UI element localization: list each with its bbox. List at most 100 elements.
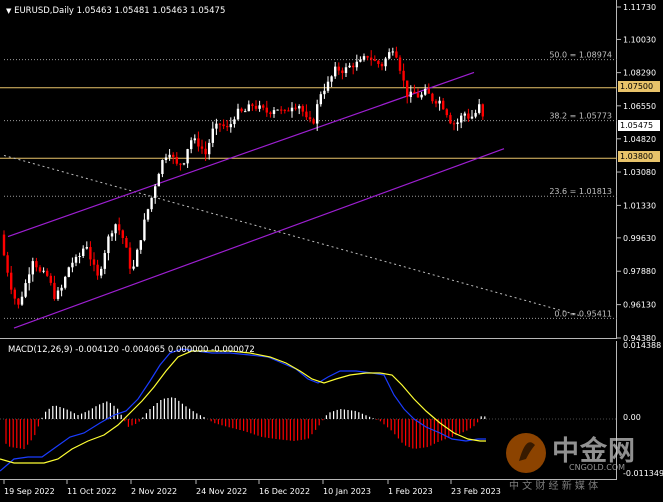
date-axis-label: 16 Dec 2022 [259,487,310,496]
fibo-level-label: 23.6 = 1.01813 [549,187,612,196]
bear-candle [218,123,222,125]
bull-candle [154,186,157,198]
bear-candle [96,264,99,276]
bear-candle [2,234,6,256]
bear-candle [262,105,265,108]
bull-candle [247,104,250,112]
bear-candle [308,117,312,120]
bull-candle [182,163,186,165]
bear-candle [380,63,384,67]
bear-candle [406,80,409,97]
bear-candle [434,101,438,104]
bull-candle [215,123,218,129]
bear-candle [53,282,56,299]
bull-candle [193,138,196,141]
bull-candle [190,140,193,150]
bull-candle [146,209,150,220]
bull-candle [82,248,85,256]
bull-candle [211,128,214,143]
bull-candle [103,253,106,269]
chart-header: ▼ EURUSD,Daily 1.05463 1.05481 1.05463 1… [6,6,225,16]
bull-candle [290,107,294,112]
bull-candle [60,287,63,291]
bull-candle [460,115,463,123]
bear-candle [398,57,402,71]
bear-candle [10,272,13,290]
fibo-level-label: 50.0 = 1.08974 [549,51,612,60]
bull-candle [272,110,276,114]
resistance-price-tag: 1.07500 [618,81,660,92]
bear-candle [312,119,315,124]
bull-candle [208,142,211,155]
price-axis-label: 1.04820 [623,135,656,144]
bull-candle [136,249,139,267]
brand-domain: CNGOLD.COM [569,463,626,472]
bull-candle [323,90,326,95]
bear-candle [204,148,207,155]
bear-candle [452,123,456,125]
bull-candle [42,270,45,272]
bear-candle [265,107,268,113]
date-axis-label: 24 Nov 2022 [196,487,247,496]
bear-candle [366,56,369,58]
bull-candle [236,108,240,120]
bear-candle [427,88,430,94]
bear-candle [226,126,229,128]
bear-candle [280,109,283,111]
bull-candle [463,113,466,116]
bear-candle [125,237,128,248]
date-axis-label: 1 Feb 2023 [388,487,433,496]
bull-candle [276,109,279,111]
bear-candle [370,57,373,60]
bull-candle [438,100,441,104]
bear-candle [301,106,304,112]
bull-candle [150,197,153,210]
channel-upper-line [7,71,475,238]
brand-slogan: 中 文 财 经 新 媒 体 [509,481,599,492]
bull-candle [78,255,81,257]
bull-candle [56,290,60,299]
bull-candle [110,233,114,237]
bull-candle [326,81,330,91]
bull-candle [168,154,171,158]
bear-candle [46,270,49,276]
bear-candle [222,124,225,127]
bear-candle [467,113,470,119]
price-axis-label: 1.01330 [623,201,656,210]
bear-candle [128,247,132,269]
bear-candle [38,267,42,272]
bear-candle [35,261,38,268]
bull-candle [64,276,67,288]
date-axis-label: 23 Feb 2023 [451,487,501,496]
current-price-tag: 1.05475 [618,120,660,131]
bear-candle [431,93,434,102]
bull-candle [391,51,394,53]
bull-candle [28,274,31,284]
dropdown-icon[interactable]: ▼ [6,7,11,15]
bull-candle [143,219,146,241]
bear-candle [89,247,92,260]
bear-candle [92,259,96,265]
bull-candle [344,67,348,74]
bull-candle [157,174,160,187]
price-axis-label: 1.11730 [623,3,656,12]
bull-candle [186,149,189,164]
price-chart[interactable]: 50.0 = 1.08974 38.2 = 1.05773 23.6 = 1.018… [0,0,617,339]
macd-axis-label: 0.00 [623,413,641,422]
bear-candle [416,93,420,98]
price-axis-label: 0.94380 [623,334,656,343]
bull-candle [132,266,135,269]
bull-candle [20,296,24,305]
bear-candle [449,115,452,124]
bear-candle [442,100,445,110]
bear-candle [17,298,20,305]
bull-candle [31,261,34,275]
macd-axis-label: 0.014388 [623,341,661,350]
bull-candle [359,59,362,62]
price-axis-label: 0.97880 [623,267,656,276]
bear-candle [352,65,355,68]
bull-candle [384,58,387,67]
symbol-label: EURUSD,Daily [14,6,74,16]
price-chart-pane[interactable]: 50.0 = 1.08974 38.2 = 1.05773 23.6 = 1.018… [0,0,617,339]
bull-candle [470,116,474,119]
